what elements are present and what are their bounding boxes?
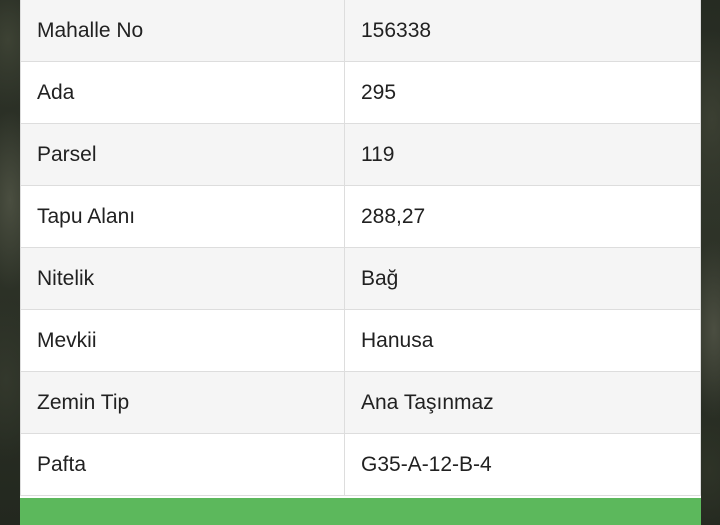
table-row-parsel: Parsel 119 (20, 123, 701, 186)
row-label: Mahalle No (20, 0, 345, 62)
table-row-mahalle-no: Mahalle No 156338 (20, 0, 701, 62)
row-value: G35-A-12-B-4 (344, 433, 701, 496)
table-row-pafta: Pafta G35-A-12-B-4 (20, 433, 701, 496)
row-label: Ada (20, 61, 345, 124)
green-action-bar[interactable] (20, 498, 701, 525)
row-value: 119 (344, 123, 701, 186)
row-value: 295 (344, 61, 701, 124)
row-value: Ana Taşınmaz (344, 371, 701, 434)
table-row-mevkii: Mevkii Hanusa (20, 309, 701, 372)
row-value: Bağ (344, 247, 701, 310)
row-label: Parsel (20, 123, 345, 186)
table-row-nitelik: Nitelik Bağ (20, 247, 701, 310)
row-label: Pafta (20, 433, 345, 496)
table-row-ada: Ada 295 (20, 61, 701, 124)
parcel-info-panel: Mahalle No 156338 Ada 295 Parsel 119 Tap… (20, 0, 701, 525)
row-value: Hanusa (344, 309, 701, 372)
parcel-info-table: Mahalle No 156338 Ada 295 Parsel 119 Tap… (20, 0, 701, 496)
row-label: Mevkii (20, 309, 345, 372)
table-row-tapu-alani: Tapu Alanı 288,27 (20, 185, 701, 248)
row-label: Zemin Tip (20, 371, 345, 434)
row-value: 288,27 (344, 185, 701, 248)
row-label: Nitelik (20, 247, 345, 310)
row-value: 156338 (344, 0, 701, 62)
row-label: Tapu Alanı (20, 185, 345, 248)
table-row-zemin-tip: Zemin Tip Ana Taşınmaz (20, 371, 701, 434)
